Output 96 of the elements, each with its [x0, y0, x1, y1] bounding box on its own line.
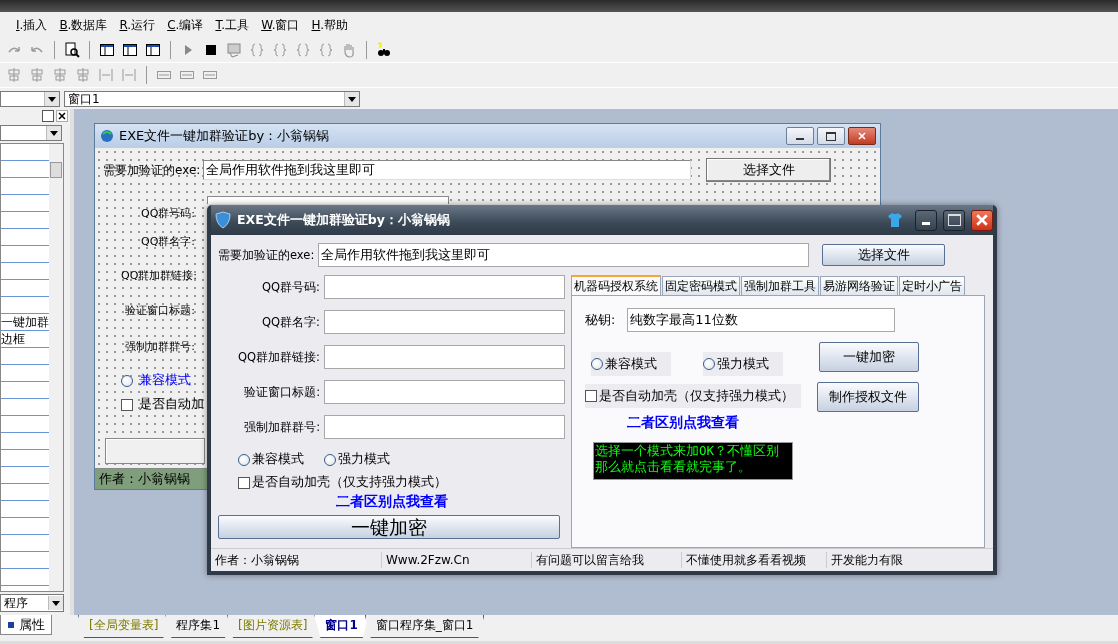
window-combo[interactable]: 窗口1	[64, 91, 360, 107]
status-text: 作者：小翁锅锅	[99, 470, 190, 488]
status-text: 作者：小翁锅锅	[211, 552, 382, 568]
object-combo[interactable]	[0, 91, 60, 107]
checkbox[interactable]	[121, 398, 133, 411]
menu-item[interactable]: W.窗口	[255, 16, 306, 34]
menu-item[interactable]: T.工具	[209, 16, 256, 34]
tab[interactable]: 属性	[0, 615, 52, 635]
secret-key-field[interactable]: 纯数字最高11位数	[627, 308, 896, 332]
status-text: 不懂使用就多看看视频	[682, 552, 827, 568]
close-icon	[858, 132, 866, 140]
property-value: 一键加群	[1, 315, 49, 329]
property-combo[interactable]	[0, 125, 62, 141]
help-link[interactable]: 二者区别点我查看	[335, 493, 448, 511]
radio-label: 兼容模式	[605, 355, 657, 373]
menu-item[interactable]: C.编译	[161, 16, 210, 34]
radio-label: 兼容模式	[252, 451, 304, 468]
radio-button[interactable]	[238, 453, 250, 466]
window-title: EXE文件一键加群验证by：小翁锅锅	[119, 127, 330, 145]
field-label: 强制加群群号:	[125, 339, 195, 354]
field-label: QQ群号码:	[261, 279, 321, 295]
checkbox-label: 是否自动加壳（仅支持强力模式）	[252, 474, 447, 491]
close-icon	[976, 214, 988, 226]
radio-option[interactable]: 兼容模式	[591, 352, 671, 376]
exe-path-field[interactable]: 全局作用软件拖到我这里即可	[203, 160, 692, 180]
minimize-button[interactable]	[786, 127, 814, 145]
field-label: 需要加验证的exe:	[103, 161, 201, 179]
input-field[interactable]	[324, 275, 565, 299]
choose-file-button[interactable]: 选择文件	[822, 244, 945, 266]
message-text: 那么就点击看看就完事了。	[594, 459, 752, 475]
property-value: 边框	[1, 332, 25, 346]
menu-item[interactable]: I.插入	[10, 16, 54, 34]
scrollbar[interactable]	[49, 144, 63, 591]
tab[interactable]: 易游网络验证	[820, 276, 898, 295]
status-text: 有问题可以留言给我	[532, 552, 682, 568]
field-label: QQ群加群链接:	[120, 268, 197, 283]
encrypt-button[interactable]	[105, 438, 205, 464]
property-icon	[7, 620, 15, 629]
action-button[interactable]: 一键加密	[819, 342, 919, 372]
field-label: 秘钥:	[585, 311, 616, 329]
editor-tab[interactable]: 窗口程序集_窗口1	[364, 615, 485, 638]
field-label: 验证窗口标题:	[243, 384, 321, 400]
tab[interactable]: 固定密码模式	[662, 276, 740, 295]
menu-item[interactable]: B.数据库	[53, 16, 114, 34]
input-field[interactable]	[324, 310, 565, 334]
radio-button[interactable]	[591, 358, 603, 370]
maximize-button[interactable]	[943, 209, 965, 231]
window-title: EXE文件一键加群验证by：小翁锅锅	[237, 211, 450, 229]
checkbox-label: 是否自动加	[139, 396, 204, 413]
exe-path-field[interactable]: 全局作用软件拖到我这里即可	[318, 243, 809, 267]
field-label: QQ群名字:	[140, 234, 195, 249]
minimize-button[interactable]	[915, 209, 937, 231]
status-text: 开发能力有限	[830, 552, 903, 568]
menu-item[interactable]: H.帮助	[305, 16, 355, 34]
tab[interactable]: 定时小广告	[899, 276, 965, 295]
field-label: 需要加验证的exe:	[218, 247, 316, 263]
radio-button[interactable]	[324, 453, 336, 466]
input-field[interactable]	[324, 415, 565, 439]
checkbox[interactable]	[238, 476, 250, 489]
restore-button[interactable]	[42, 110, 54, 122]
input-field[interactable]	[324, 345, 565, 369]
help-link[interactable]: 二者区别点我查看	[627, 414, 739, 432]
maximize-button[interactable]	[817, 127, 845, 145]
radio-label: 强力模式	[717, 355, 769, 373]
input-field[interactable]	[207, 196, 449, 204]
close-icon[interactable]	[56, 110, 68, 122]
radio-button[interactable]	[121, 374, 133, 387]
field-label: QQ群加群链接:	[237, 349, 321, 365]
checkbox-option[interactable]: 是否自动加壳（仅支持强力模式）	[585, 384, 801, 408]
field-label: QQ群号码:	[140, 206, 195, 221]
preview-icon[interactable]	[62, 40, 82, 60]
checkbox-label: 是否自动加壳（仅支持强力模式）	[599, 387, 794, 405]
radio-option[interactable]: 强力模式	[703, 352, 783, 376]
input-field[interactable]	[324, 380, 565, 404]
tab[interactable]: 强制加群工具	[741, 276, 819, 295]
tab[interactable]: 机器码授权系统	[571, 275, 661, 295]
field-label: 验证窗口标题:	[125, 303, 195, 318]
message-text: 选择一个模式来加OK？不懂区别	[594, 443, 781, 459]
action-button[interactable]: 制作授权文件	[817, 382, 919, 412]
close-button[interactable]	[848, 127, 876, 145]
status-text: Www.2Fzw.Cn	[382, 552, 532, 568]
radio-label: 兼容模式	[139, 372, 191, 389]
close-button[interactable]	[971, 209, 993, 231]
encrypt-button[interactable]: 一键加密	[218, 515, 560, 539]
field-label: QQ群名字:	[261, 314, 321, 330]
radio-button[interactable]	[703, 358, 715, 370]
field-label: 强制加群群号:	[243, 419, 321, 435]
shield-icon	[215, 211, 231, 229]
radio-label: 强力模式	[338, 451, 390, 468]
checkbox[interactable]	[585, 390, 597, 402]
shirt-icon[interactable]	[887, 212, 903, 228]
editor-tab[interactable]: 窗口1	[314, 615, 369, 638]
menu-item[interactable]: R.运行	[113, 16, 162, 34]
procedure-combo[interactable]: 程序	[0, 594, 64, 612]
app-icon	[99, 128, 115, 144]
choose-file-button[interactable]: 选择文件	[706, 158, 832, 182]
